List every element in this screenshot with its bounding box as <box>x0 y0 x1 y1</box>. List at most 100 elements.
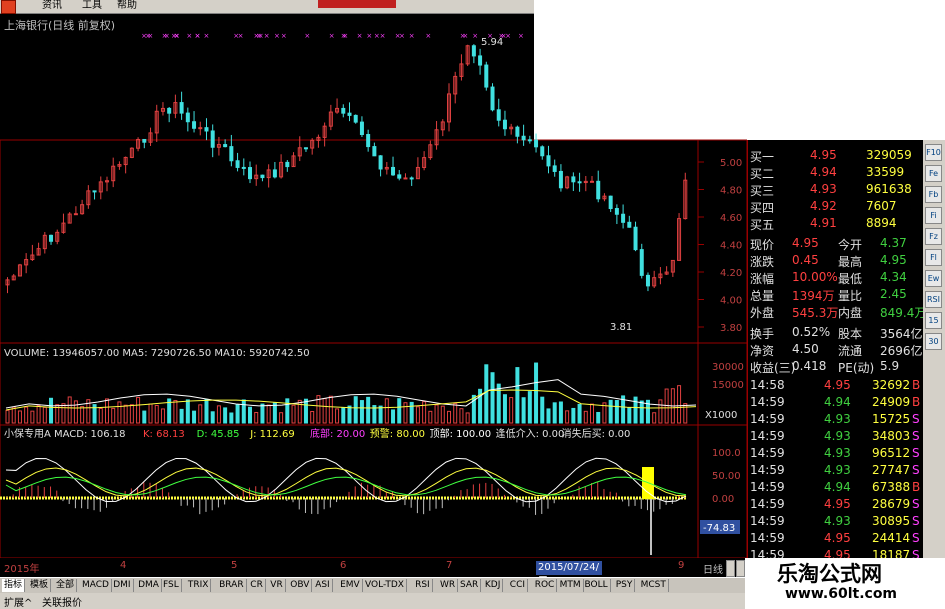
volume-bar <box>11 406 16 424</box>
bid-volume: 33599 <box>866 165 905 179</box>
indicator-tab[interactable]: MACD <box>80 579 112 592</box>
volume-bar <box>235 404 240 424</box>
bid-volume: 961638 <box>866 182 912 196</box>
period-label[interactable]: 日线 <box>703 561 723 576</box>
candle-body <box>391 166 396 176</box>
signal-marker: × <box>204 32 210 40</box>
indicator-tab[interactable]: ASI <box>313 579 333 592</box>
indicator-tab[interactable]: MCST <box>639 579 669 592</box>
stat-row: 总量 1394万 量比 2.45 <box>748 287 924 304</box>
candle-body <box>577 181 582 184</box>
indicator-tab[interactable]: 指标 <box>2 579 26 592</box>
candle-body <box>614 208 619 215</box>
candle-body <box>521 135 526 141</box>
volume-bar <box>272 402 277 424</box>
indicator-tab[interactable]: 全部 <box>54 579 78 592</box>
indicator-tab[interactable]: CR <box>248 579 266 592</box>
indicator-tab[interactable]: ROC <box>533 579 558 592</box>
volume-bar <box>73 400 78 424</box>
volume-bar <box>608 399 613 424</box>
scroll-right-button[interactable] <box>736 560 745 577</box>
indicator-tab[interactable]: VR <box>268 579 286 592</box>
volume-bar <box>173 400 178 424</box>
indicator-tab[interactable]: BRAR <box>217 579 247 592</box>
stat-label: 流通 <box>838 344 863 358</box>
tick-volume: 96512 <box>872 446 911 460</box>
indicator-tab[interactable]: OBV <box>288 579 313 592</box>
indicator-tab[interactable]: WR <box>438 579 459 592</box>
expand-button[interactable]: 扩展^ <box>4 594 32 609</box>
candle-body <box>210 130 215 148</box>
volume-bar <box>260 403 265 424</box>
volume-bar <box>577 403 582 424</box>
indicator-tab[interactable]: EMV <box>338 579 363 592</box>
tick-volume: 32692 <box>872 378 911 392</box>
indicator-tab[interactable]: SAR <box>458 579 482 592</box>
bid-row[interactable]: 买五 4.91 8894 <box>748 216 924 233</box>
indicator-tab[interactable]: PSY <box>614 579 636 592</box>
related-quotes-tab[interactable]: 关联报价 <box>42 594 82 609</box>
sidebar-tool-icon[interactable]: Fe <box>925 165 942 182</box>
volume-bar <box>248 406 253 424</box>
indicator-tab[interactable]: FSL <box>161 579 182 592</box>
sidebar-tool-icon[interactable]: F10 <box>925 144 942 161</box>
tick-price: 4.93 <box>824 463 851 477</box>
bid-row[interactable]: 买二 4.94 33599 <box>748 165 924 182</box>
sidebar-tool-icon[interactable]: Fb <box>925 186 942 203</box>
candle-body <box>347 112 352 116</box>
sidebar-tool-icon[interactable]: RSI <box>925 291 942 308</box>
signal-marker: × <box>264 32 270 40</box>
candle-body <box>223 144 228 148</box>
sidebar-tool-icon[interactable]: Fz <box>925 228 942 245</box>
indicator-tab[interactable]: DMA <box>136 579 162 592</box>
stat-value: 4.95 <box>792 236 819 250</box>
stat-row: 收益(三) 0.418 PE(动) 5.9 <box>748 359 924 376</box>
candle-body <box>185 112 190 123</box>
indicator-tab[interactable]: RSI <box>413 579 433 592</box>
kdj-k-line <box>5 457 687 503</box>
bid-row[interactable]: 买三 4.93 961638 <box>748 182 924 199</box>
kline-chart[interactable]: 5.004.804.604.404.204.003.805.943.81× × × ×… <box>0 0 747 558</box>
sidebar-tool-icon[interactable]: 30 <box>925 333 942 350</box>
stat-label: 换手 <box>750 327 775 341</box>
volume-bar <box>297 399 302 424</box>
candle-body <box>73 213 78 216</box>
volume-bar <box>534 362 539 424</box>
sidebar-tool-icon[interactable]: 15 <box>925 312 942 329</box>
volume-bar <box>160 408 165 424</box>
candle-body <box>621 213 626 223</box>
price-tick-label: 4.20 <box>720 268 742 279</box>
tick-side: S <box>912 514 920 528</box>
bid-volume: 7607 <box>866 199 897 213</box>
macd-axis-label: 0.00 <box>712 494 734 505</box>
indicator-tab[interactable]: MTM <box>558 579 584 592</box>
stat-value: 849.4万 <box>880 306 927 320</box>
bid-row[interactable]: 买一 4.95 329059 <box>748 148 924 165</box>
candle-body <box>397 174 402 179</box>
candle-body <box>490 86 495 111</box>
scroll-left-button[interactable] <box>726 560 735 577</box>
price-tick-label: 4.40 <box>720 241 742 252</box>
sidebar-tool-icon[interactable]: Ew <box>925 270 942 287</box>
indicator-tab[interactable]: 模板 <box>28 579 52 592</box>
candle-body <box>359 121 364 136</box>
indicator-tab[interactable]: VOL-TDX <box>363 579 407 592</box>
sidebar-tool-icon[interactable]: Fi <box>925 207 942 224</box>
indicator-tab[interactable]: BOLL <box>583 579 611 592</box>
macd-header-part: 逢低介入: 0.00 <box>496 427 565 440</box>
indicator-tab[interactable]: DMI <box>111 579 134 592</box>
bid-price: 4.93 <box>810 182 837 196</box>
volume-bar <box>509 397 514 424</box>
candle-body <box>540 146 545 157</box>
indicator-tab[interactable]: TRIX <box>186 579 212 592</box>
bid-row[interactable]: 买四 4.92 7607 <box>748 199 924 216</box>
sidebar-tool-icon[interactable]: Fl <box>925 249 942 266</box>
candle-body <box>260 174 265 179</box>
indicator-tab[interactable]: CCI <box>508 579 529 592</box>
candle-body <box>142 138 147 143</box>
macd-header-part: 底部: 20.00 <box>310 427 365 440</box>
indicator-tab[interactable]: KDJ <box>483 579 504 592</box>
volume-bar <box>111 407 116 424</box>
volume-bar <box>142 410 147 424</box>
tick-time: 14:59 <box>750 497 785 511</box>
